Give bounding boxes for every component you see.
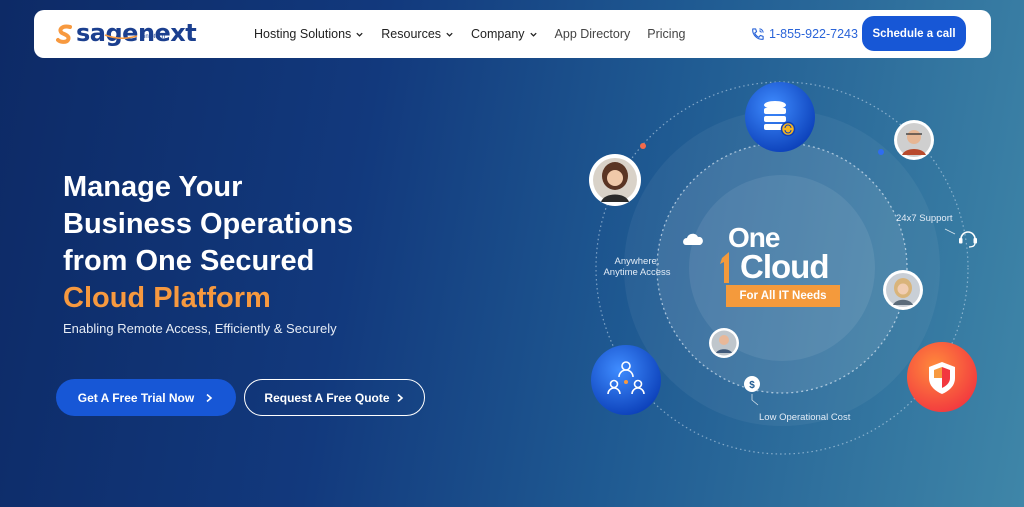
nav-item-company[interactable]: Company [471, 27, 538, 41]
phone-icon [752, 27, 764, 40]
nav-item-label: Pricing [647, 27, 686, 41]
free-quote-label: Request A Free Quote [264, 390, 390, 405]
nav-item-pricing[interactable]: Pricing [647, 27, 685, 41]
chevron-right-icon [206, 393, 213, 402]
nav-item-label: App Directory [554, 27, 631, 41]
network-users-icon [591, 345, 661, 415]
orbit-dot [878, 149, 884, 155]
one-cloud-tag: For All IT Needs [726, 285, 840, 307]
hero-title-line: Manage Your [63, 171, 243, 203]
logo-swoosh-icon [104, 34, 138, 39]
nav-menu: Hosting Solutions Resources Company App … [254, 10, 702, 58]
chevron-right-icon [397, 393, 403, 402]
phone-number: 1-855-922-7243 [769, 27, 858, 41]
hero-title: Manage Your Business Operations from One… [63, 169, 353, 317]
svg-text:$: $ [749, 380, 755, 391]
shield-icon [907, 342, 977, 412]
chevron-down-icon [529, 32, 537, 37]
avatar-woman [589, 154, 641, 206]
logo[interactable]: sagenext [56, 19, 197, 47]
nav-item-label: Hosting Solutions [254, 27, 352, 41]
headset-icon [944, 228, 977, 248]
free-quote-button[interactable]: Request A Free Quote [244, 379, 425, 416]
chevron-down-icon [356, 32, 363, 37]
free-trial-label: Get A Free Trial Now [77, 390, 195, 405]
label-anywhere-line: Anytime Access [603, 267, 671, 278]
hero-title-line: Business Operations [63, 208, 354, 240]
avatar-woman-blonde [883, 270, 923, 310]
schedule-call-button[interactable]: Schedule a call [862, 16, 966, 51]
one-cloud-cloud: Cloud [740, 248, 829, 285]
label-support: 24x7 Support [896, 213, 953, 224]
hero-title-line: from One Secured [63, 245, 315, 277]
nav-item-label: Company [471, 27, 525, 41]
free-trial-button[interactable]: Get A Free Trial Now [56, 379, 236, 416]
label-anywhere-line: Anywhere, [614, 256, 660, 267]
nav-item-app-directory[interactable]: App Directory [555, 27, 631, 41]
hero-title-accent: Cloud Platform [63, 282, 271, 314]
chevron-down-icon [446, 32, 453, 37]
logo-text: sagenext [76, 19, 197, 47]
avatar-man-glasses [894, 120, 934, 160]
phone-link[interactable]: 1-855-922-7243 [750, 10, 858, 58]
logo-subtext: infotech [144, 34, 166, 40]
nav-item-resources[interactable]: Resources [381, 27, 454, 41]
database-icon [745, 82, 815, 152]
avatar-man [709, 328, 739, 358]
logo-mark-icon [56, 24, 72, 44]
nav-item-hosting-solutions[interactable]: Hosting Solutions [254, 27, 364, 41]
label-low-cost: Low Operational Cost [759, 412, 851, 423]
navbar: sagenext infotech Hosting Solutions Reso… [34, 10, 991, 58]
nav-item-label: Resources [381, 27, 442, 41]
label-anywhere-access: Anywhere, Anytime Access [600, 256, 674, 278]
orbit-dot [640, 143, 646, 149]
hero-subtitle: Enabling Remote Access, Efficiently & Se… [63, 321, 337, 336]
